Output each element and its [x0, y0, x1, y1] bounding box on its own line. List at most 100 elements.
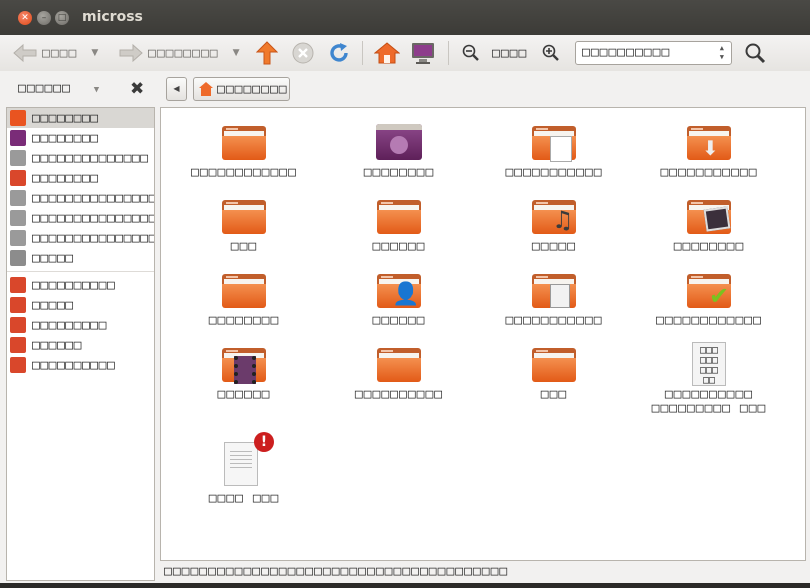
sidebar-item[interactable]: □□□□□□□□: [7, 168, 154, 188]
sidebar-item-label: □□□□□□□□: [32, 110, 99, 126]
forward-button[interactable]: □□□□□□□□ ▼: [118, 35, 240, 71]
forward-history-chevron-down-icon[interactable]: ▼: [233, 48, 240, 58]
breadcrumb-home-button[interactable]: □□□□□□□□: [193, 77, 290, 101]
search-button[interactable]: [744, 35, 766, 71]
file-item[interactable]: □□□: [169, 196, 319, 254]
stop-button[interactable]: [292, 35, 314, 71]
back-button[interactable]: □□□□ ▼: [12, 35, 98, 71]
forward-arrow-icon: [119, 43, 143, 63]
folder-icon: [220, 196, 268, 240]
file-item-label: □□□□□□□□□□: [664, 387, 754, 402]
title-bar: ✕ – □ micross: [0, 0, 810, 35]
zoom-out-button[interactable]: [462, 35, 480, 71]
back-history-chevron-down-icon[interactable]: ▼: [91, 48, 98, 58]
sidebar-separator: [7, 271, 154, 272]
sidebar-item[interactable]: □□□□□□□□□□□□□□□: [7, 188, 154, 208]
file-item[interactable]: ! □□□□ □□□: [169, 432, 319, 506]
sidebar-item-label: □□□□□□□□□□□□□□□: [32, 230, 155, 246]
file-item[interactable]: □□□□□□□□□□: [324, 344, 474, 402]
file-item-label: □□□□□□□□: [208, 313, 280, 328]
file-manager-window: ✕ – □ micross □□□□ ▼ □□□□□□□□ ▼ □□□□ □□□…: [0, 0, 810, 588]
file-item[interactable]: □□□: [479, 344, 629, 402]
file-item[interactable]: □□□□□□: [169, 344, 319, 402]
file-item[interactable]: ⬇ □□□□□□□□□□□: [634, 122, 784, 180]
side-pane-selector[interactable]: □□□□□□ ▼: [18, 81, 100, 96]
close-pane-icon[interactable]: ✖: [130, 79, 144, 99]
toolbar-separator: [448, 41, 449, 65]
sidebar-item[interactable]: □□□□□□□□□□□□□□: [7, 148, 154, 168]
computer-button[interactable]: [410, 35, 436, 71]
file-item-label: □□□□□□: [372, 313, 426, 328]
sidebar-item[interactable]: □□□□□□□□□□□□□□□: [7, 208, 154, 228]
file-item[interactable]: 👤 □□□□□□: [324, 270, 474, 328]
file-item[interactable]: ♫ □□□□□: [479, 196, 629, 254]
sidebar-item[interactable]: □□□□□□□□□: [7, 315, 154, 335]
sidebar-item[interactable]: □□□□□□□□: [7, 108, 154, 128]
pictures-folder-icon: [685, 196, 733, 240]
location-bar: □□□□□□ ▼ ✖: [0, 71, 810, 107]
file-item-label: □□□□□□□□: [673, 239, 745, 254]
file-item[interactable]: □□□□□□□□□□□□: [169, 122, 319, 180]
text-file-icon: □□□ □□□ □□□ □□: [685, 342, 733, 388]
shared-folder-icon: ✔: [685, 270, 733, 314]
file-item[interactable]: □□□ □□□ □□□ □□ □□□□□□□□□□ □□□□□□□□□ □□□: [634, 342, 784, 416]
error-icon: !: [254, 432, 274, 452]
file-item[interactable]: □□□□□□□□: [634, 196, 784, 254]
file-item[interactable]: ✔ □□□□□□□□□□□□: [634, 270, 784, 328]
file-item-label: □□□□□: [531, 239, 577, 254]
zoom-in-button[interactable]: [542, 35, 560, 71]
folder-icon: [375, 196, 423, 240]
documents-folder-icon: [530, 122, 578, 166]
file-item[interactable]: □□□□□□: [324, 196, 474, 254]
up-button[interactable]: [256, 35, 278, 71]
file-item[interactable]: □□□□□□□□□□□: [479, 122, 629, 180]
file-item-label-line2: □□□□□□□□□ □□□: [651, 401, 767, 416]
downloads-folder-icon: ⬇: [685, 122, 733, 166]
sidebar-item[interactable]: □□□□□□□□□□: [7, 355, 154, 375]
home-button[interactable]: [374, 35, 400, 71]
downloads-icon: [10, 357, 26, 373]
drive-icon: [10, 150, 26, 166]
breadcrumb-label: □□□□□□□□: [217, 81, 288, 97]
sidebar-item[interactable]: □□□□□□□□□□: [7, 275, 154, 295]
sidebar-item[interactable]: □□□□□: [7, 248, 154, 268]
file-item-label: □□□□□□□□□□: [354, 387, 444, 402]
sidebar-item[interactable]: □□□□□□: [7, 335, 154, 355]
sidebar-item-label: □□□□□□□□□□□□□□□: [32, 190, 155, 206]
side-pane-label: □□□□□□: [18, 81, 71, 96]
maximize-window-button[interactable]: □: [55, 11, 69, 25]
breadcrumb-scroll-left-button[interactable]: ◀: [166, 77, 187, 101]
sidebar-item-label: □□□□□□□□: [32, 130, 99, 146]
sidebar-item-label: □□□□□: [32, 250, 74, 266]
file-item-label: □□□□□□□□□□□□: [656, 313, 762, 328]
file-item[interactable]: □□□□□□□□: [169, 270, 319, 328]
sidebar-item-label: □□□□□□□□□□: [32, 357, 116, 373]
close-window-button[interactable]: ✕: [18, 11, 32, 25]
file-item-label: □□□□□□□□□□□: [660, 165, 758, 180]
view-mode-spinner-icon: ▲ ▼: [719, 44, 725, 61]
up-arrow-icon: [256, 41, 278, 65]
sidebar: □□□□□□□□ □□□□□□□□ □□□□□□□□□□□□□□ □□□□□□□□ □□…: [6, 107, 155, 581]
sidebar-item-label: □□□□□□: [32, 337, 82, 353]
back-arrow-icon: [13, 43, 37, 63]
sidebar-item-label: □□□□□□□□: [32, 170, 99, 186]
sidebar-item-label: □□□□□□□□□□: [32, 277, 116, 293]
sidebar-item[interactable]: □□□□□: [7, 295, 154, 315]
sidebar-item-label: □□□□□□□□□: [32, 317, 107, 333]
sidebar-item[interactable]: □□□□□□□□□□□□□□□: [7, 228, 154, 248]
file-item[interactable]: □□□□□□□□□□□: [479, 270, 629, 328]
videos-folder-icon: [220, 344, 268, 388]
documents-icon: [10, 277, 26, 293]
music-icon: [10, 297, 26, 313]
file-item-label: □□□□□□□□: [363, 165, 435, 180]
reload-button[interactable]: [328, 35, 350, 71]
view-mode-select[interactable]: □□□□□□□□□□ ▲ ▼: [575, 41, 732, 65]
view-mode-value: □□□□□□□□□□: [582, 45, 671, 60]
sidebar-item-label: □□□□□: [32, 297, 74, 313]
sidebar-item[interactable]: □□□□□□□□: [7, 128, 154, 148]
file-item-label: □□□□□□: [217, 387, 271, 402]
folder-icon: [220, 270, 268, 314]
status-bar: □□□□□□□□□□□□□□□□□□□□□□□□□□□□□□□□□□□□□□□: [160, 561, 806, 583]
file-item[interactable]: □□□□□□□□: [324, 122, 474, 180]
minimize-window-button[interactable]: –: [37, 11, 51, 25]
